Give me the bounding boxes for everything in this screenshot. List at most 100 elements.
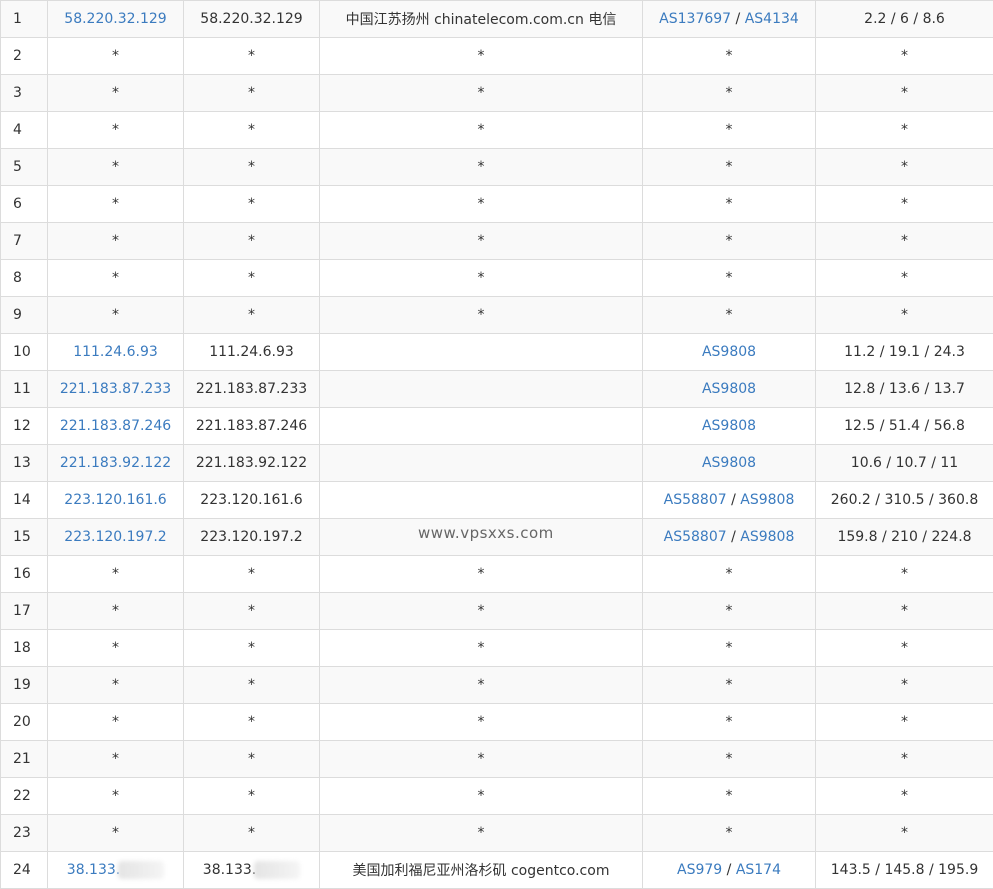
hop-number-cell: 15 bbox=[0, 518, 48, 556]
ip-link-cell: 38.133. bbox=[47, 851, 184, 889]
asn-link[interactable]: AS9808 bbox=[702, 418, 756, 434]
traceroute-table: 1 58.220.32.129 58.220.32.129 中国江苏扬州 chinat… bbox=[0, 0, 993, 889]
table-row: 16 * * * * * bbox=[0, 555, 993, 593]
hop-number-cell: 13 bbox=[0, 444, 48, 482]
timeout-marker: * bbox=[725, 196, 733, 212]
timeout-marker: * bbox=[725, 307, 733, 323]
timeout-marker: * bbox=[112, 566, 119, 582]
latency-cell: * bbox=[815, 148, 993, 186]
table-row: 15 223.120.197.2 223.120.197.2 AS58807 / AS… bbox=[0, 518, 993, 556]
location-cell: * bbox=[319, 814, 643, 852]
ip-address: * bbox=[248, 233, 255, 249]
asn-link[interactable]: AS137697 bbox=[659, 11, 731, 27]
asn-cell: * bbox=[642, 222, 816, 260]
timeout-marker: * bbox=[725, 122, 733, 138]
asn-cell: AS9808 bbox=[642, 444, 816, 482]
latency-cell: * bbox=[815, 629, 993, 667]
redaction-blur bbox=[254, 861, 301, 879]
table-row: 21 * * * * * bbox=[0, 740, 993, 778]
ip-link[interactable]: 221.183.87.233 bbox=[60, 381, 171, 397]
asn-link[interactable]: AS58807 bbox=[664, 492, 727, 508]
asn-link[interactable]: AS9808 bbox=[740, 529, 794, 545]
hop-number-cell: 6 bbox=[0, 185, 48, 223]
asn-link[interactable]: AS9808 bbox=[702, 344, 756, 360]
asn-cell: * bbox=[642, 185, 816, 223]
asn-link[interactable]: AS9808 bbox=[702, 455, 756, 471]
ip-link[interactable]: 111.24.6.93 bbox=[73, 344, 158, 360]
table-row: 5 * * * * * bbox=[0, 148, 993, 186]
hop-number-cell: 9 bbox=[0, 296, 48, 334]
timeout-marker: * bbox=[112, 677, 119, 693]
hop-number-cell: 23 bbox=[0, 814, 48, 852]
hop-number-cell: 18 bbox=[0, 629, 48, 667]
table-row: 11 221.183.87.233 221.183.87.233 AS9808 12.8… bbox=[0, 370, 993, 408]
latency-cell: 143.5 / 145.8 / 195.9 bbox=[815, 851, 993, 889]
table-row: 20 * * * * * bbox=[0, 703, 993, 741]
asn-link[interactable]: AS4134 bbox=[745, 11, 799, 27]
location-cell bbox=[319, 333, 643, 371]
location-cell bbox=[319, 370, 643, 408]
ip-link[interactable]: 58.220.32.129 bbox=[64, 11, 166, 27]
ip-address-cell: * bbox=[183, 148, 320, 186]
ip-address: * bbox=[248, 48, 255, 64]
ip-address-cell: * bbox=[183, 629, 320, 667]
location-cell: * bbox=[319, 185, 643, 223]
ip-link-cell: 111.24.6.93 bbox=[47, 333, 184, 371]
timeout-marker: * bbox=[112, 196, 119, 212]
table-row: 1 58.220.32.129 58.220.32.129 中国江苏扬州 chinat… bbox=[0, 0, 993, 38]
ip-link-cell: * bbox=[47, 629, 184, 667]
ip-link[interactable]: 221.183.92.122 bbox=[60, 455, 171, 471]
hop-number-cell: 19 bbox=[0, 666, 48, 704]
ip-address: * bbox=[248, 751, 255, 767]
asn-link[interactable]: AS9808 bbox=[740, 492, 794, 508]
latency-cell: * bbox=[815, 296, 993, 334]
location-cell: * bbox=[319, 777, 643, 815]
asn-link[interactable]: AS58807 bbox=[664, 529, 727, 545]
ip-address: 58.220.32.129 bbox=[200, 11, 303, 27]
ip-link-cell: * bbox=[47, 74, 184, 112]
table-row: 22 * * * * * bbox=[0, 777, 993, 815]
table-row: 23 * * * * * bbox=[0, 814, 993, 852]
timeout-marker: * bbox=[112, 751, 119, 767]
asn-cell: * bbox=[642, 777, 816, 815]
table-row: 3 * * * * * bbox=[0, 74, 993, 112]
hop-number-cell: 16 bbox=[0, 555, 48, 593]
hop-number-cell: 4 bbox=[0, 111, 48, 149]
location-cell: * bbox=[319, 74, 643, 112]
asn-link[interactable]: AS979 bbox=[677, 862, 722, 878]
ip-address: 221.183.87.233 bbox=[195, 381, 308, 397]
ip-link-cell: * bbox=[47, 296, 184, 334]
ip-link[interactable]: 223.120.197.2 bbox=[64, 529, 166, 545]
timeout-marker: * bbox=[112, 159, 119, 175]
traceroute-table-body: 1 58.220.32.129 58.220.32.129 中国江苏扬州 chinat… bbox=[0, 0, 993, 889]
hop-number-cell: 21 bbox=[0, 740, 48, 778]
asn-cell: * bbox=[642, 37, 816, 75]
table-row: 6 * * * * * bbox=[0, 185, 993, 223]
ip-address: 111.24.6.93 bbox=[209, 344, 294, 360]
location-cell bbox=[319, 518, 643, 556]
timeout-marker: * bbox=[112, 270, 119, 286]
ip-link-cell: * bbox=[47, 222, 184, 260]
timeout-marker: * bbox=[112, 122, 119, 138]
ip-link-cell: 221.183.87.233 bbox=[47, 370, 184, 408]
ip-link-cell: * bbox=[47, 148, 184, 186]
asn-cell: AS9808 bbox=[642, 333, 816, 371]
ip-link[interactable]: 221.183.87.246 bbox=[60, 418, 171, 434]
hop-number-cell: 1 bbox=[0, 0, 48, 38]
table-row: 10 111.24.6.93 111.24.6.93 AS9808 11.2 / 19.… bbox=[0, 333, 993, 371]
hop-number-cell: 14 bbox=[0, 481, 48, 519]
asn-link[interactable]: AS9808 bbox=[702, 381, 756, 397]
latency-cell: * bbox=[815, 703, 993, 741]
latency-cell: * bbox=[815, 777, 993, 815]
ip-link[interactable]: 223.120.161.6 bbox=[64, 492, 166, 508]
ip-address: * bbox=[248, 640, 255, 656]
ip-link-cell: * bbox=[47, 666, 184, 704]
ip-address-cell: * bbox=[183, 259, 320, 297]
asn-cell: * bbox=[642, 814, 816, 852]
ip-address-cell: * bbox=[183, 740, 320, 778]
table-row: 8 * * * * * bbox=[0, 259, 993, 297]
asn-link[interactable]: AS174 bbox=[736, 862, 781, 878]
ip-link[interactable]: 38.133. bbox=[67, 862, 120, 878]
table-row: 14 223.120.161.6 223.120.161.6 AS58807 / AS… bbox=[0, 481, 993, 519]
table-row: 9 * * * * * bbox=[0, 296, 993, 334]
